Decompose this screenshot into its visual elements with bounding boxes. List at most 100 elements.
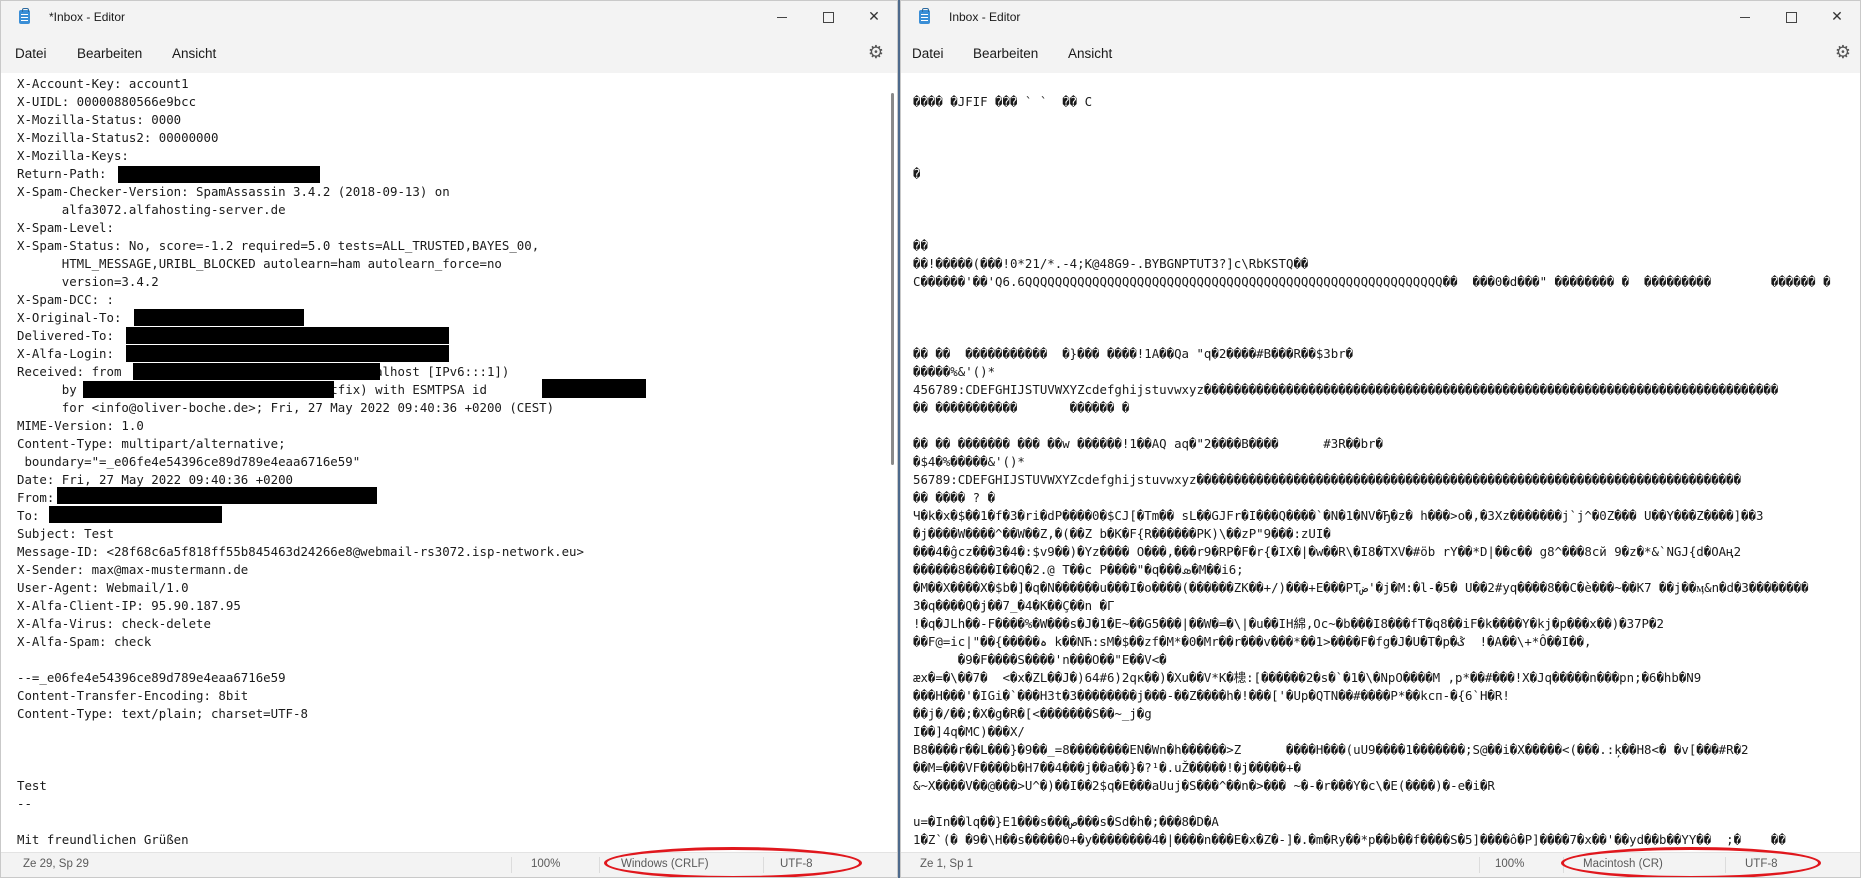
text-line: I��]4q�MC)���X/ bbox=[913, 724, 1025, 739]
gear-icon[interactable]: ⚙ bbox=[1834, 44, 1852, 62]
close-button[interactable]: ✕ bbox=[851, 1, 897, 33]
text-line: B8����r��L���}�9��_=8��������EN�Wn�h����… bbox=[913, 742, 1749, 757]
maximize-icon bbox=[822, 11, 834, 23]
text-line: ���H���'�IGi�`���H3t�3��������j���-��Z��… bbox=[913, 688, 1510, 703]
zoom-level: 100% bbox=[1495, 858, 1525, 870]
text-line bbox=[17, 651, 877, 669]
editor-text: X-Account-Key: account1 X-UIDL: 000008805… bbox=[17, 75, 877, 849]
status-separator bbox=[1725, 857, 1726, 873]
status-separator bbox=[1563, 857, 1564, 873]
text-line: &~X����V��@���>U^�)��I��2$q�E���aUuj�S��… bbox=[913, 778, 1495, 793]
minimize-icon bbox=[777, 16, 787, 18]
text-line: Message-ID: <28f68c6a5f818ff55b845463d24… bbox=[17, 544, 584, 559]
close-button[interactable]: ✕ bbox=[1814, 1, 1860, 33]
text-line: version=3.4.2 bbox=[17, 274, 159, 289]
menu-datei[interactable]: Datei bbox=[912, 46, 944, 61]
status-separator bbox=[1479, 857, 1480, 873]
text-line bbox=[913, 291, 1840, 309]
text-line: ��F@=ic|"��{�����ہ k��NЋ:sM�$��zf�M*�0�M… bbox=[913, 634, 1592, 649]
menu-bearbeiten[interactable]: Bearbeiten bbox=[973, 46, 1038, 61]
text-line: 56789:CDEFGHIJSTUVWXYZcdefghijstuvwxyz��… bbox=[913, 472, 1742, 487]
title-bar[interactable]: *Inbox - Editor ✕ bbox=[1, 1, 897, 35]
status-separator bbox=[511, 857, 512, 873]
text-line: �M��X����X�$b�]�q�N������u���I�o����(���… bbox=[913, 580, 1809, 595]
text-editor-area[interactable]: X-Account-Key: account1 X-UIDL: 000008805… bbox=[1, 73, 897, 853]
text-line bbox=[913, 129, 1840, 147]
editor-text: ���� �JFIF ��� ` ` �� C � �� ��!�����(���!0… bbox=[913, 75, 1840, 849]
text-line bbox=[913, 75, 1840, 93]
vertical-scrollbar[interactable] bbox=[891, 77, 895, 849]
text-line bbox=[913, 795, 1840, 813]
redaction-bar bbox=[542, 379, 646, 398]
notepad-icon bbox=[919, 8, 930, 24]
text-line: X-Mozilla-Status: 0000 bbox=[17, 112, 182, 127]
maximize-button[interactable] bbox=[1768, 1, 1814, 33]
text-line: ��M=���VF����b�H7��4���j��a��}�?¹�.uŽ���… bbox=[913, 760, 1301, 775]
menu-bar: Datei Bearbeiten Ansicht ⚙ bbox=[1, 35, 897, 73]
redaction-bar bbox=[83, 381, 334, 398]
right-editor-window: Inbox - Editor ✕ Datei Bearbeiten Ansich… bbox=[900, 0, 1861, 878]
text-line: Ч�k�x�$��1�f�3�ri�dP����0�$CJ[�Tm�� sL��… bbox=[913, 508, 1764, 523]
text-line: �� �� ������� ��� ��w ������!1��AQ aq�"2… bbox=[913, 436, 1383, 451]
maximize-icon bbox=[1785, 11, 1797, 23]
menu-ansicht[interactable]: Ansicht bbox=[1068, 46, 1112, 61]
text-line: Test bbox=[17, 778, 47, 793]
scroll-thumb[interactable] bbox=[891, 93, 894, 465]
text-line: 456789:CDEFGHIJSTUVWXYZcdefghijstuvwxyz�… bbox=[913, 382, 1779, 397]
text-line: �����%&'()* bbox=[913, 364, 996, 379]
window-title: *Inbox - Editor bbox=[49, 10, 126, 24]
minimize-button[interactable] bbox=[1722, 1, 1768, 33]
text-editor-area[interactable]: ���� �JFIF ��� ` ` �� C � �� ��!�����(���!0… bbox=[901, 73, 1860, 853]
close-icon: ✕ bbox=[1831, 9, 1843, 25]
redaction-bar bbox=[49, 506, 222, 523]
minimize-button[interactable] bbox=[759, 1, 805, 33]
text-line: X-Alfa-Spam: check bbox=[17, 634, 152, 649]
menu-datei[interactable]: Datei bbox=[15, 46, 47, 61]
menu-bearbeiten[interactable]: Bearbeiten bbox=[77, 46, 142, 61]
gear-icon[interactable]: ⚙ bbox=[867, 44, 885, 62]
text-line: ��!�����(���!0*21/*.-4;K@48G9-.BYBGNPTUT… bbox=[913, 256, 1309, 271]
text-line: X-Account-Key: account1 bbox=[17, 76, 189, 91]
cursor-position: Ze 1, Sp 1 bbox=[920, 858, 974, 870]
redaction-bar bbox=[118, 166, 320, 183]
text-line: �� ���� ? � bbox=[913, 490, 996, 505]
close-icon: ✕ bbox=[868, 9, 880, 25]
maximize-button[interactable] bbox=[805, 1, 851, 33]
text-line: X-Alfa-Virus: check-delete bbox=[17, 616, 211, 631]
status-bar: Ze 1, Sp 1 100% Macintosh (CR) UTF-8 bbox=[901, 852, 1860, 877]
redaction-bar bbox=[57, 487, 377, 504]
text-line: C������'��'Q6.6QQQQQQQQQQQQQQQQQQQQQQQQQ… bbox=[913, 274, 1831, 289]
text-line bbox=[913, 309, 1840, 327]
text-line: HTML_MESSAGE,URIBL_BLOCKED autolearn=ham… bbox=[17, 256, 502, 271]
line-ending: Macintosh (CR) bbox=[1583, 858, 1663, 870]
status-bar: Ze 29, Sp 29 100% Windows (CRLF) UTF-8 bbox=[1, 852, 897, 877]
text-line: ���4�ĝcz���3�4�:$v9��)�Yz���� O���,���r9… bbox=[913, 544, 1742, 559]
redaction-bar bbox=[133, 363, 380, 380]
text-line: !�q�JLh��-F����%�W���s�J�1�E~��G5���|��W… bbox=[913, 616, 1664, 631]
text-line bbox=[913, 219, 1840, 237]
text-line: 1�Z`(� �9�\H��s�����0+�y��������4�|����n… bbox=[913, 832, 1786, 847]
text-line: Content-Type: text/plain; charset=UTF-8 bbox=[17, 706, 308, 721]
text-line: ������8����I��Q�2.@ T��c P����"�q���ܣ�M�… bbox=[913, 562, 1244, 577]
minimize-icon bbox=[1740, 16, 1750, 18]
text-line bbox=[913, 111, 1840, 129]
text-line: -- bbox=[17, 796, 32, 811]
status-separator bbox=[599, 857, 600, 873]
text-line bbox=[913, 327, 1840, 345]
text-line: �9�F����S����'n���O��"E��V<� bbox=[913, 652, 1167, 667]
text-line bbox=[17, 813, 877, 831]
text-line: alfa3072.alfahosting-server.de bbox=[17, 202, 286, 217]
text-line: ���� �JFIF ��� ` ` �� C bbox=[913, 94, 1093, 109]
title-bar[interactable]: Inbox - Editor ✕ bbox=[901, 1, 1860, 35]
encoding: UTF-8 bbox=[1745, 858, 1778, 870]
text-line: �� bbox=[913, 238, 928, 253]
text-line: �� ����������� ������ � bbox=[913, 400, 1130, 415]
text-line: ��j�/��;�X�g�R�[<�������S��~_j�g bbox=[913, 706, 1152, 721]
line-ending: Windows (CRLF) bbox=[621, 858, 709, 870]
menu-ansicht[interactable]: Ansicht bbox=[172, 46, 216, 61]
text-line bbox=[17, 723, 877, 741]
status-separator bbox=[763, 857, 764, 873]
redaction-bar bbox=[134, 309, 304, 326]
text-line: X-Spam-Checker-Version: SpamAssassin 3.4… bbox=[17, 184, 450, 199]
text-line bbox=[913, 183, 1840, 201]
